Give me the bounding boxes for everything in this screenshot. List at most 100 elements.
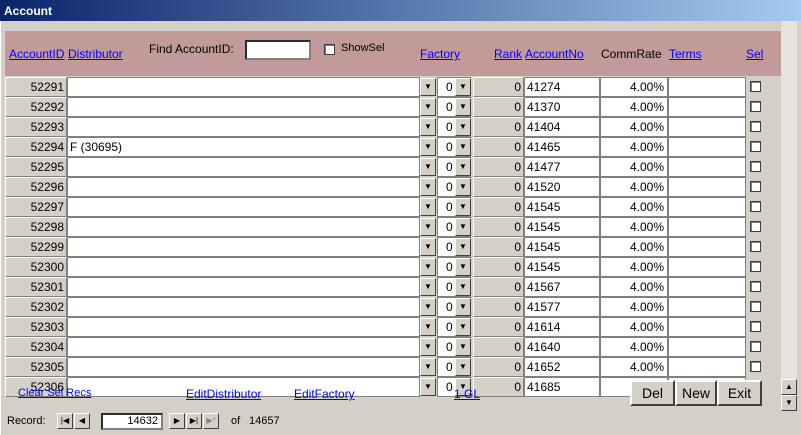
account-no-cell[interactable]: 41404: [524, 117, 600, 137]
del-button[interactable]: Del: [630, 380, 675, 406]
next-record-icon[interactable]: ▶: [169, 413, 185, 429]
dropdown-arrow-icon[interactable]: ▼: [455, 138, 471, 156]
distributor-combo[interactable]: [67, 277, 420, 297]
find-account-input[interactable]: [245, 40, 311, 60]
account-id-cell[interactable]: 52293: [5, 117, 67, 137]
terms-cell[interactable]: [668, 257, 746, 277]
distributor-combo[interactable]: [67, 77, 420, 97]
account-no-cell[interactable]: 41465: [524, 137, 600, 157]
comm-rate-cell[interactable]: 4.00%: [600, 297, 668, 317]
exit-button[interactable]: Exit: [717, 380, 762, 406]
dropdown-arrow-icon[interactable]: ▼: [420, 338, 436, 356]
account-id-cell[interactable]: 52302: [5, 297, 67, 317]
scroll-down-icon[interactable]: ▼: [781, 395, 797, 411]
comm-rate-cell[interactable]: 4.00%: [600, 237, 668, 257]
account-no-cell[interactable]: 41577: [524, 297, 600, 317]
new-button[interactable]: New: [675, 380, 717, 406]
account-id-cell[interactable]: 52296: [5, 177, 67, 197]
dropdown-arrow-icon[interactable]: ▼: [420, 258, 436, 276]
dropdown-arrow-icon[interactable]: ▼: [455, 238, 471, 256]
table-row[interactable]: 52291 ▼ 0 ▼ 0 41274 4.00%: [5, 77, 781, 97]
comm-rate-cell[interactable]: 4.00%: [600, 117, 668, 137]
sel-checkbox[interactable]: [750, 181, 761, 192]
distributor-combo[interactable]: [67, 297, 420, 317]
header-factory[interactable]: Factory: [420, 47, 460, 61]
dropdown-arrow-icon[interactable]: ▼: [455, 218, 471, 236]
edit-distributor-link[interactable]: EditDistributor: [186, 387, 261, 401]
account-id-cell[interactable]: 52295: [5, 157, 67, 177]
table-row[interactable]: 52303 ▼ 0 ▼ 0 41614 4.00%: [5, 317, 781, 337]
account-no-cell[interactable]: 41652: [524, 357, 600, 377]
comm-rate-cell[interactable]: 4.00%: [600, 77, 668, 97]
dropdown-arrow-icon[interactable]: ▼: [420, 218, 436, 236]
account-id-cell[interactable]: 52299: [5, 237, 67, 257]
dropdown-arrow-icon[interactable]: ▼: [420, 178, 436, 196]
table-row[interactable]: 52301 ▼ 0 ▼ 0 41567 4.00%: [5, 277, 781, 297]
terms-cell[interactable]: [668, 197, 746, 217]
account-no-cell[interactable]: 41614: [524, 317, 600, 337]
account-no-cell[interactable]: 41685: [524, 377, 600, 397]
dropdown-arrow-icon[interactable]: ▼: [455, 178, 471, 196]
dropdown-arrow-icon[interactable]: ▼: [420, 118, 436, 136]
dropdown-arrow-icon[interactable]: ▼: [455, 298, 471, 316]
account-id-cell[interactable]: 52298: [5, 217, 67, 237]
distributor-combo[interactable]: [67, 237, 420, 257]
dropdown-arrow-icon[interactable]: ▼: [455, 118, 471, 136]
comm-rate-cell[interactable]: 4.00%: [600, 277, 668, 297]
dropdown-arrow-icon[interactable]: ▼: [420, 318, 436, 336]
terms-cell[interactable]: [668, 177, 746, 197]
account-id-cell[interactable]: 52291: [5, 77, 67, 97]
rank-cell[interactable]: 0: [473, 277, 524, 297]
dropdown-arrow-icon[interactable]: ▼: [455, 158, 471, 176]
record-number-input[interactable]: 14632: [101, 413, 163, 430]
table-row[interactable]: 52294 F (30695) ▼ 0 ▼ 0 41465 4.00%: [5, 137, 781, 157]
sel-checkbox[interactable]: [750, 101, 761, 112]
terms-cell[interactable]: [668, 217, 746, 237]
account-no-cell[interactable]: 41274: [524, 77, 600, 97]
dropdown-arrow-icon[interactable]: ▼: [420, 138, 436, 156]
header-account-no[interactable]: AccountNo: [525, 47, 584, 61]
terms-cell[interactable]: [668, 277, 746, 297]
edit-factory-link[interactable]: EditFactory: [294, 387, 355, 401]
vertical-scrollbar[interactable]: ▲ ▼: [781, 21, 797, 411]
prev-record-icon[interactable]: ◀: [74, 413, 90, 429]
table-row[interactable]: 52293 ▼ 0 ▼ 0 41404 4.00%: [5, 117, 781, 137]
header-sel[interactable]: Sel: [746, 47, 763, 61]
account-id-cell[interactable]: 52304: [5, 337, 67, 357]
sel-checkbox[interactable]: [750, 341, 761, 352]
sel-checkbox[interactable]: [750, 261, 761, 272]
comm-rate-cell[interactable]: 4.00%: [600, 137, 668, 157]
table-row[interactable]: 52305 ▼ 0 ▼ 0 41652 4.00%: [5, 357, 781, 377]
sel-checkbox[interactable]: [750, 241, 761, 252]
rank-cell[interactable]: 0: [473, 297, 524, 317]
table-row[interactable]: 52299 ▼ 0 ▼ 0 41545 4.00%: [5, 237, 781, 257]
dropdown-arrow-icon[interactable]: ▼: [455, 98, 471, 116]
account-no-cell[interactable]: 41370: [524, 97, 600, 117]
comm-rate-cell[interactable]: 4.00%: [600, 157, 668, 177]
dropdown-arrow-icon[interactable]: ▼: [420, 238, 436, 256]
terms-cell[interactable]: [668, 357, 746, 377]
dropdown-arrow-icon[interactable]: ▼: [455, 258, 471, 276]
dropdown-arrow-icon[interactable]: ▼: [420, 78, 436, 96]
terms-cell[interactable]: [668, 137, 746, 157]
sel-checkbox[interactable]: [750, 321, 761, 332]
header-terms[interactable]: Terms: [669, 47, 702, 61]
dropdown-arrow-icon[interactable]: ▼: [420, 358, 436, 376]
dropdown-arrow-icon[interactable]: ▼: [455, 358, 471, 376]
account-no-cell[interactable]: 41640: [524, 337, 600, 357]
rank-cell[interactable]: 0: [473, 317, 524, 337]
dropdown-arrow-icon[interactable]: ▼: [455, 78, 471, 96]
last-record-icon[interactable]: ▶|: [186, 413, 202, 429]
scroll-up-icon[interactable]: ▲: [781, 379, 797, 395]
account-no-cell[interactable]: 41545: [524, 237, 600, 257]
table-row[interactable]: 52304 ▼ 0 ▼ 0 41640 4.00%: [5, 337, 781, 357]
rank-cell[interactable]: 0: [473, 237, 524, 257]
rank-cell[interactable]: 0: [473, 257, 524, 277]
header-distributor[interactable]: Distributor: [68, 47, 123, 61]
table-row[interactable]: 52297 ▼ 0 ▼ 0 41545 4.00%: [5, 197, 781, 217]
sel-checkbox[interactable]: [750, 221, 761, 232]
dropdown-arrow-icon[interactable]: ▼: [420, 378, 436, 396]
distributor-combo[interactable]: [67, 217, 420, 237]
showsel-checkbox[interactable]: [324, 44, 335, 55]
rank-cell[interactable]: 0: [473, 197, 524, 217]
